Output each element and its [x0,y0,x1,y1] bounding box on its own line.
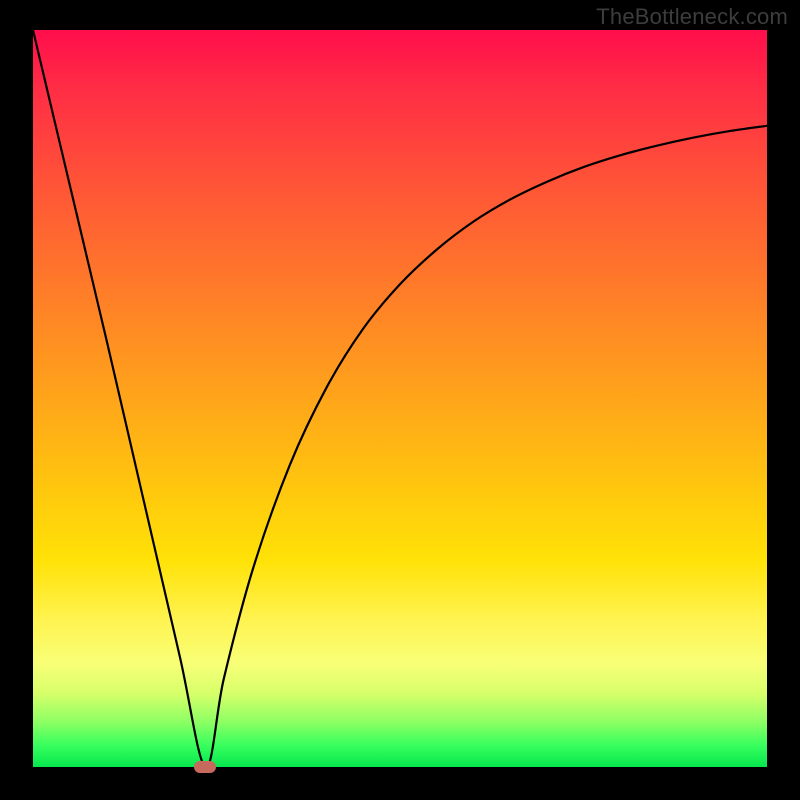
curve-path [33,30,767,767]
plot-area [33,30,767,767]
bottleneck-curve [33,30,767,767]
watermark-text: TheBottleneck.com [596,4,788,30]
chart-frame: TheBottleneck.com [0,0,800,800]
optimum-marker [194,761,216,773]
